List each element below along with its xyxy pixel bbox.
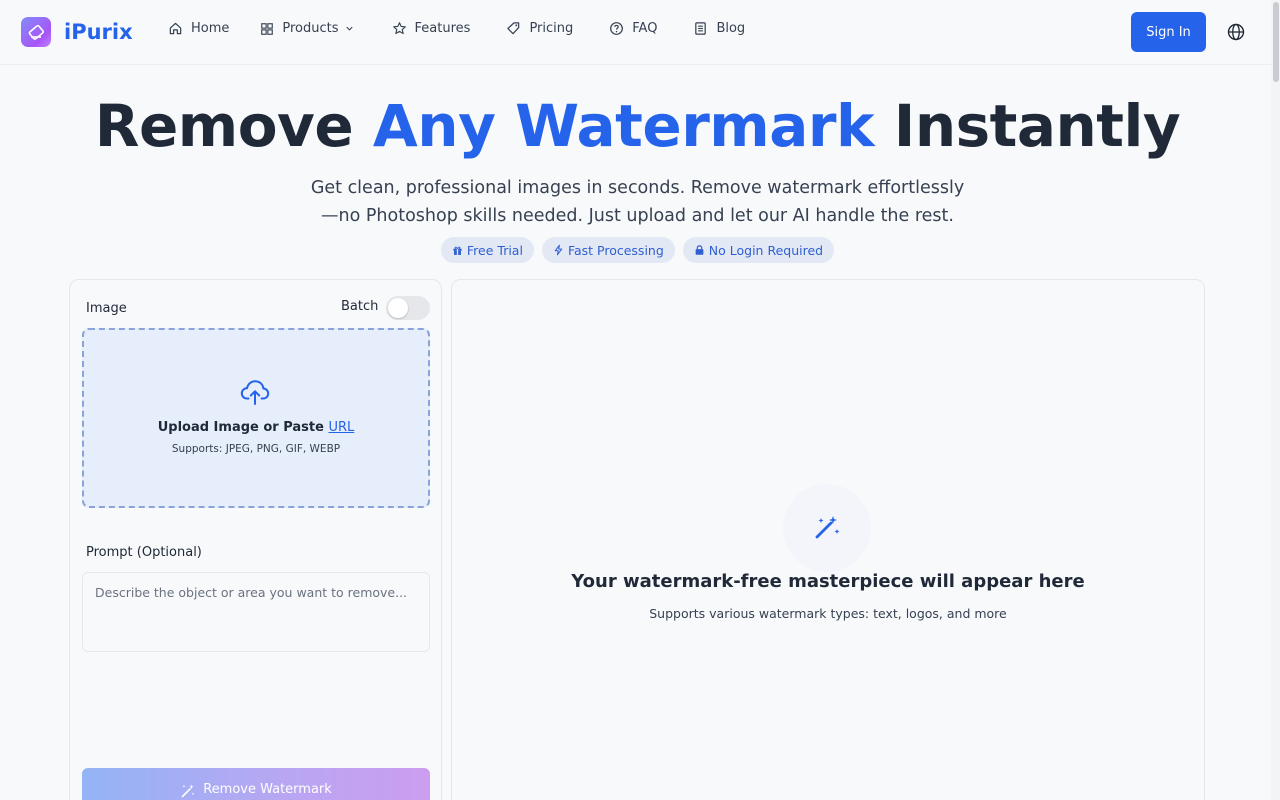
nav-label-pricing: Pricing bbox=[529, 21, 574, 36]
nav-item-products[interactable]: Products bbox=[260, 21, 353, 36]
badge-label: No Login Required bbox=[708, 242, 824, 258]
upload-title: Upload Image or Paste URL bbox=[82, 420, 430, 435]
hero-subtitle-line-1: Get clean, professional images in second… bbox=[310, 178, 965, 198]
chevron-down-icon bbox=[345, 26, 353, 31]
cloud-upload-icon bbox=[240, 378, 270, 410]
badge-free-trial: Free Trial bbox=[440, 237, 534, 263]
feature-badges: Free Trial Fast Processing No Login Requ… bbox=[0, 237, 1275, 263]
prompt-input[interactable] bbox=[82, 572, 430, 652]
nav-item-features[interactable]: Features bbox=[392, 21, 471, 36]
star-icon bbox=[392, 22, 406, 35]
upload-text: Upload Image or Paste bbox=[157, 420, 329, 435]
prompt-label: Prompt (Optional) bbox=[86, 545, 202, 560]
nav-label-home: Home bbox=[191, 21, 230, 36]
batch-label: Batch bbox=[341, 299, 379, 314]
main-nav: Home Products Features Pricing FAQ Blog bbox=[168, 21, 745, 36]
result-placeholder-badge bbox=[783, 484, 871, 572]
nav-item-faq[interactable]: FAQ bbox=[609, 21, 657, 36]
nav-item-home[interactable]: Home bbox=[168, 21, 229, 36]
home-icon bbox=[169, 22, 182, 35]
scrollbar-thumb[interactable] bbox=[1273, 2, 1279, 82]
magic-wand-icon bbox=[815, 516, 840, 539]
remove-watermark-label: Remove Watermark bbox=[203, 782, 332, 797]
gift-icon bbox=[453, 246, 462, 255]
badge-no-login: No Login Required bbox=[682, 237, 835, 263]
grid-icon bbox=[261, 22, 274, 35]
toggle-knob bbox=[388, 298, 408, 318]
hero-title-start: Remove bbox=[94, 92, 373, 160]
badge-fast-processing: Fast Processing bbox=[541, 237, 675, 263]
badge-label: Free Trial bbox=[466, 242, 523, 258]
nav-item-pricing[interactable]: Pricing bbox=[506, 21, 573, 36]
hero-subtitle: Get clean, professional images in second… bbox=[290, 174, 985, 230]
language-button[interactable] bbox=[1227, 23, 1245, 45]
upload-dropzone[interactable] bbox=[82, 328, 430, 508]
document-icon bbox=[695, 22, 707, 35]
lightning-icon bbox=[554, 244, 563, 256]
hero-title: Remove Any Watermark Instantly bbox=[0, 92, 1275, 160]
remove-watermark-button[interactable]: Remove Watermark bbox=[82, 768, 430, 800]
nav-label-products: Products bbox=[282, 21, 339, 36]
sign-in-button[interactable]: Sign In bbox=[1131, 12, 1206, 52]
result-placeholder-subtitle: Supports various watermark types: text, … bbox=[649, 606, 1007, 621]
paste-url-link[interactable]: URL bbox=[328, 420, 354, 435]
lock-icon bbox=[695, 245, 704, 255]
nav-label-features: Features bbox=[414, 21, 471, 36]
nav-label-blog: Blog bbox=[716, 21, 746, 36]
nav-item-blog[interactable]: Blog bbox=[693, 21, 745, 36]
help-circle-icon bbox=[610, 22, 624, 35]
image-label: Image bbox=[86, 301, 127, 316]
nav-label-faq: FAQ bbox=[632, 21, 658, 36]
brand-name: iPurix bbox=[64, 20, 133, 44]
globe-icon bbox=[1227, 23, 1245, 41]
logo-icon bbox=[21, 17, 51, 47]
magic-wand-icon bbox=[181, 784, 195, 798]
result-placeholder-title: Your watermark-free masterpiece will app… bbox=[571, 571, 1085, 592]
upload-supported-formats: Supports: JPEG, PNG, GIF, WEBP bbox=[171, 443, 341, 455]
batch-toggle[interactable] bbox=[386, 296, 430, 320]
hero-title-accent: Any Watermark bbox=[372, 92, 875, 160]
logo[interactable]: iPurix bbox=[21, 17, 133, 47]
tag-icon bbox=[507, 22, 520, 35]
badge-label: Fast Processing bbox=[567, 242, 664, 258]
hero-title-end: Instantly bbox=[874, 92, 1181, 160]
hero-subtitle-line-2: —no Photoshop skills needed. Just upload… bbox=[321, 206, 954, 226]
